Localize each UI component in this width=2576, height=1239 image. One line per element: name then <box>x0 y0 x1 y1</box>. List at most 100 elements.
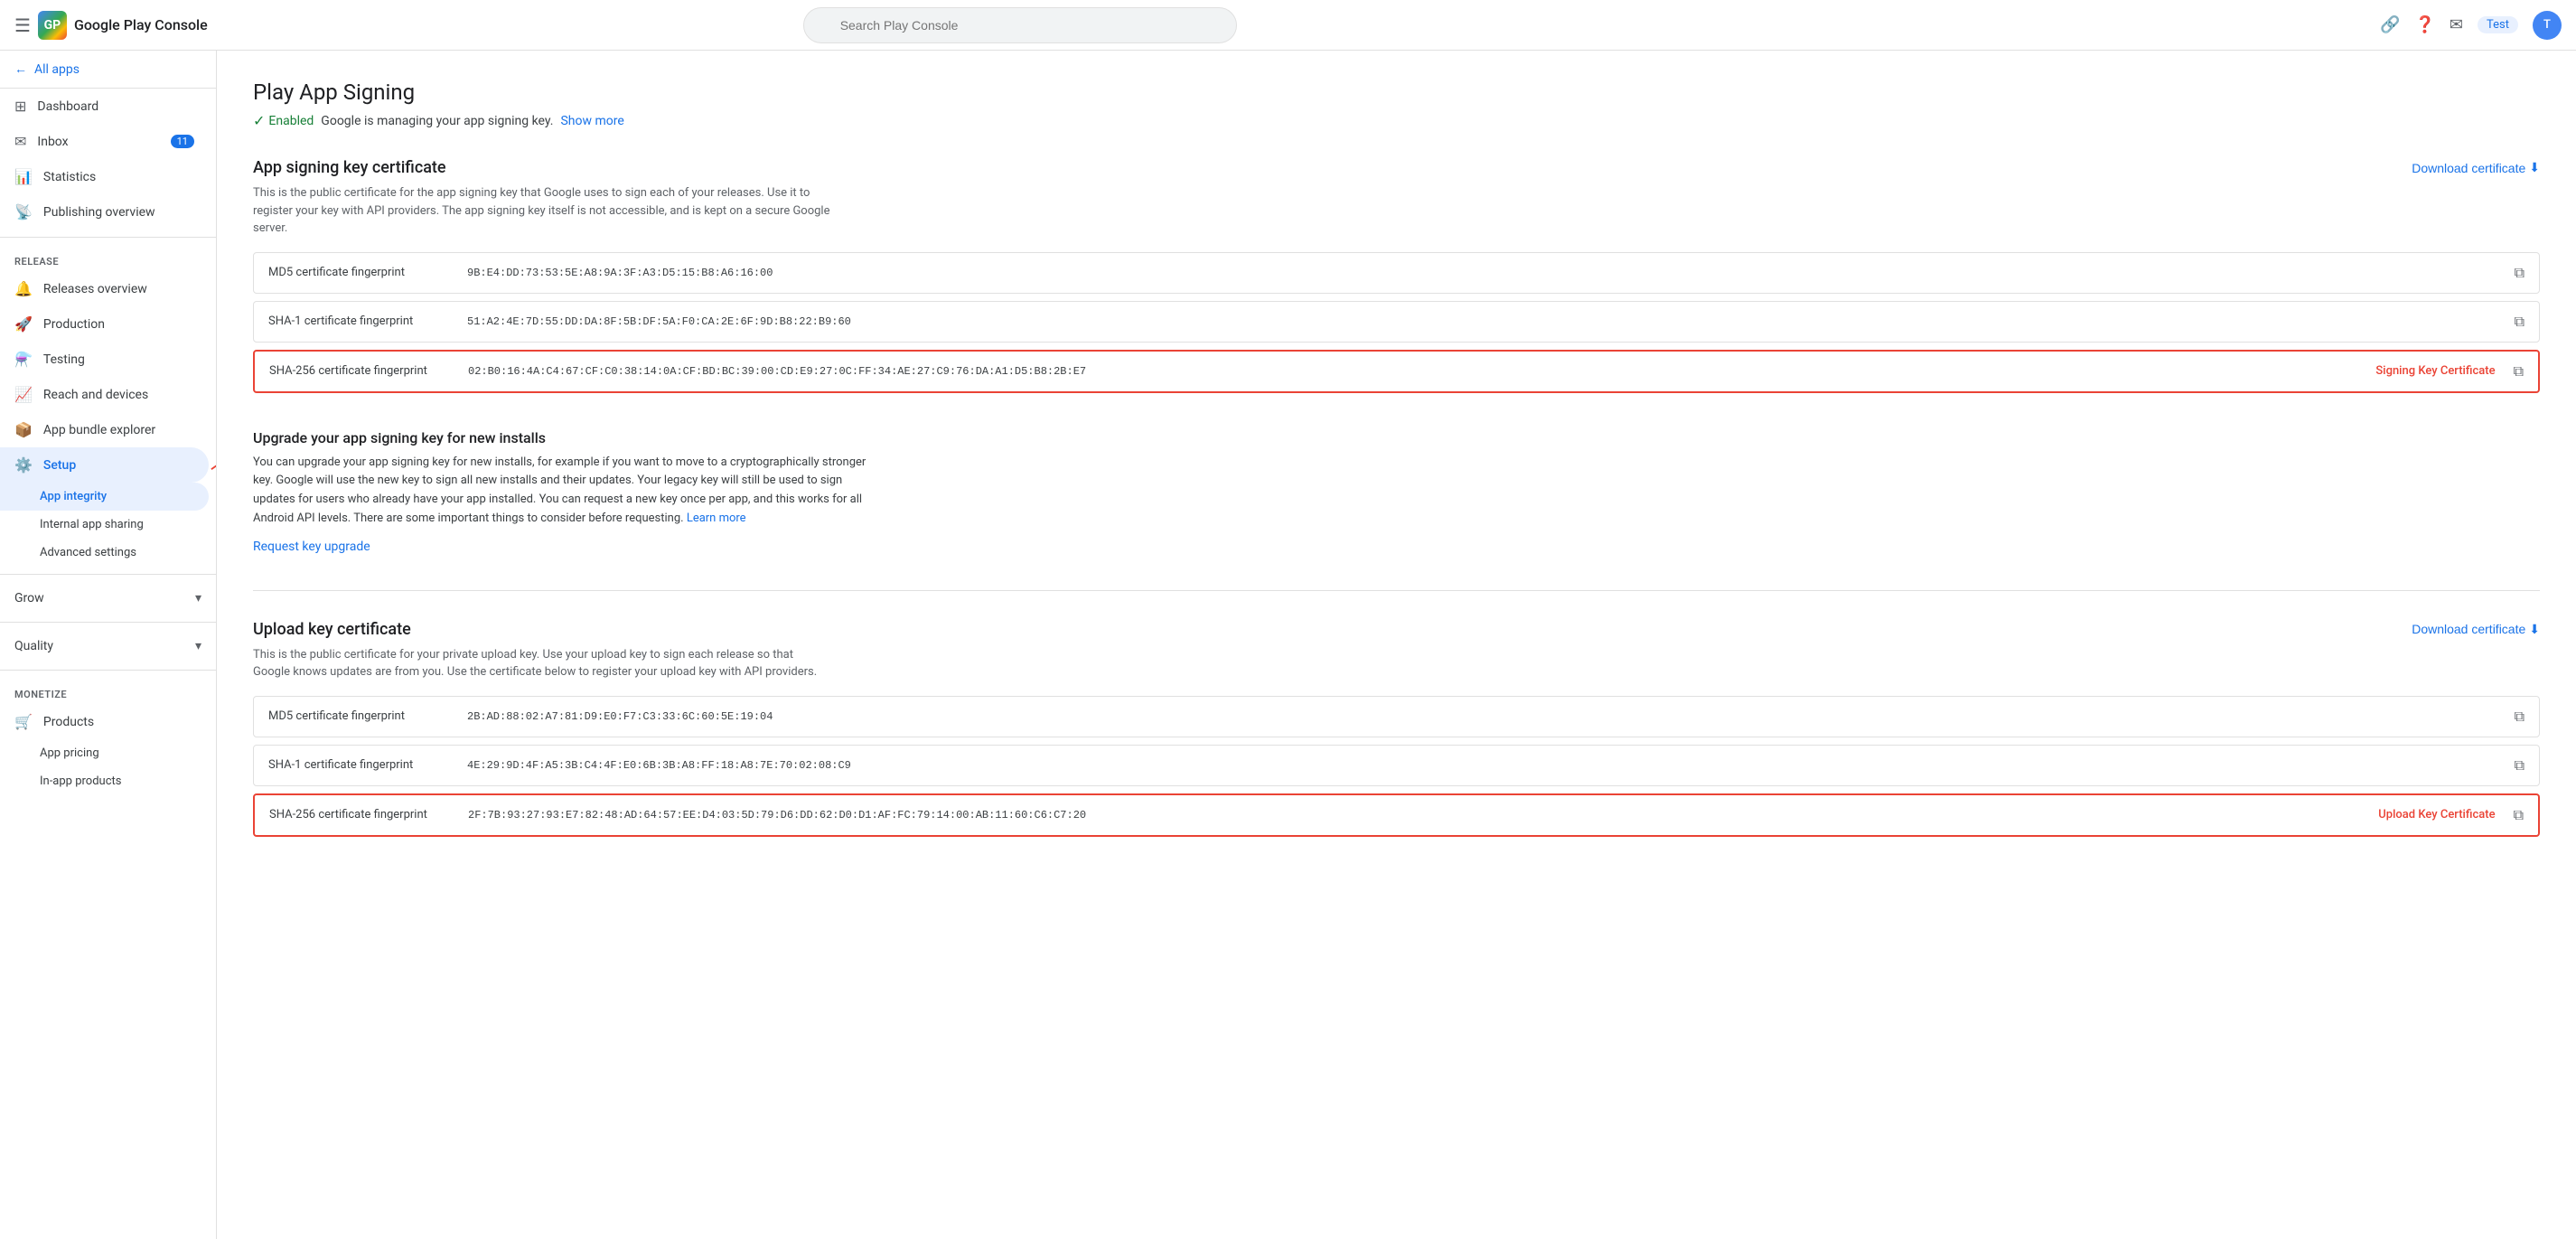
app-signing-section: App signing key certificate Download cer… <box>253 158 2540 393</box>
link-icon[interactable]: 🔗 <box>2380 15 2400 34</box>
avatar[interactable]: T <box>2533 11 2562 40</box>
brand-logo-image: GP <box>38 11 67 40</box>
page-title: Play App Signing <box>253 80 2540 105</box>
upload-sha1-copy-icon[interactable]: ⧉ <box>2515 756 2524 774</box>
signing-md5-copy-icon[interactable]: ⧉ <box>2515 264 2524 282</box>
production-icon: 🚀 <box>14 315 33 333</box>
sidebar-item-products[interactable]: 🛒 Products <box>0 704 209 739</box>
upgrade-description: You can upgrade your app signing key for… <box>253 454 867 529</box>
signing-sha1-value: 51:A2:4E:7D:55:DD:DA:8F:5B:DF:5A:F0:CA:2… <box>467 315 2507 328</box>
show-more-link[interactable]: Show more <box>560 114 623 128</box>
sidebar-item-production[interactable]: 🚀 Production <box>0 306 209 342</box>
statistics-icon: 📊 <box>14 168 33 185</box>
signing-cert-title: App signing key certificate <box>253 158 446 177</box>
grow-chevron-icon: ▾ <box>195 591 201 605</box>
signing-section-header: App signing key certificate Download cer… <box>253 158 2540 177</box>
sidebar-label-products: Products <box>43 715 94 729</box>
sidebar-item-grow[interactable]: Grow ▾ <box>0 582 216 615</box>
upload-cert-title: Upload key certificate <box>253 620 411 639</box>
sidebar-item-quality[interactable]: Quality ▾ <box>0 630 216 662</box>
learn-more-link[interactable]: Learn more <box>687 512 746 525</box>
sidebar-label-releases: Releases overview <box>43 282 147 296</box>
grow-label: Grow <box>14 591 44 605</box>
signing-sha1-label: SHA-1 certificate fingerprint <box>268 314 467 328</box>
divider-3 <box>0 622 216 623</box>
sidebar-item-dashboard[interactable]: ⊞ Dashboard <box>0 89 209 124</box>
sidebar-label-publishing: Publishing overview <box>43 205 155 220</box>
upgrade-section: Upgrade your app signing key for new ins… <box>253 429 2540 554</box>
red-arrow-icon: ↗ <box>207 453 217 478</box>
sidebar-item-bundle[interactable]: 📦 App bundle explorer <box>0 412 209 447</box>
upload-sha256-value: 2F:7B:93:27:93:E7:82:48:AD:64:57:EE:D4:0… <box>468 809 2378 821</box>
sidebar-label-reach: Reach and devices <box>43 388 148 402</box>
sidebar-label-production: Production <box>43 317 105 332</box>
sidebar-item-reach[interactable]: 📈 Reach and devices <box>0 377 216 412</box>
dashboard-icon: ⊞ <box>14 98 26 115</box>
sidebar-label-dashboard: Dashboard <box>37 99 98 114</box>
upload-sha1-value: 4E:29:9D:4F:A5:3B:C4:4F:E0:6B:3B:A8:FF:1… <box>467 759 2507 772</box>
notification-icon[interactable]: ✉ <box>2450 15 2463 34</box>
sidebar-item-releases-overview[interactable]: 🔔 Releases overview <box>0 271 209 306</box>
upload-sha256-row: SHA-256 certificate fingerprint 2F:7B:93… <box>253 793 2540 837</box>
upload-cert-description: This is the public certificate for your … <box>253 646 831 681</box>
signing-key-cert-tag: Signing Key Certificate <box>2375 364 2495 378</box>
back-arrow-icon: ← <box>14 61 27 77</box>
sidebar-sub-app-pricing[interactable]: App pricing <box>0 739 209 767</box>
upload-md5-row: MD5 certificate fingerprint 2B:AD:88:02:… <box>253 696 2540 737</box>
sidebar-sub-inapp-products[interactable]: In-app products <box>0 767 209 795</box>
testing-icon: ⚗️ <box>14 351 33 368</box>
sidebar-item-statistics[interactable]: 📊 Statistics <box>0 159 209 194</box>
sidebar-label-testing: Testing <box>43 352 85 367</box>
sidebar-item-testing[interactable]: ⚗️ Testing <box>0 342 216 377</box>
products-icon: 🛒 <box>14 713 33 730</box>
upload-md5-copy-icon[interactable]: ⧉ <box>2515 708 2524 726</box>
download-upload-cert-button[interactable]: Download certificate ⬇ <box>2412 622 2540 637</box>
content-area: Play App Signing ✓ Enabled Google is man… <box>217 51 2576 1239</box>
sidebar-label-statistics: Statistics <box>43 170 96 184</box>
upload-cert-section: Upload key certificate Download certific… <box>253 620 2540 837</box>
upload-sha256-copy-icon[interactable]: ⧉ <box>2514 806 2524 824</box>
divider-2 <box>0 574 216 575</box>
sidebar: ← All apps ⊞ Dashboard ✉ Inbox 11 📊 Stat… <box>0 51 217 1239</box>
request-key-upgrade-button[interactable]: Request key upgrade <box>253 540 370 554</box>
hamburger-icon[interactable]: ☰ <box>14 14 31 36</box>
topbar-left: ☰ GP Google Play Console <box>14 11 231 40</box>
sidebar-item-setup[interactable]: ⚙️ Setup ↗ <box>0 447 209 483</box>
test-badge[interactable]: Test <box>2478 16 2518 33</box>
sidebar-item-inbox[interactable]: ✉ Inbox 11 <box>0 124 209 159</box>
signing-sha256-copy-icon[interactable]: ⧉ <box>2514 362 2524 380</box>
inbox-icon: ✉ <box>14 133 26 150</box>
signing-sha256-value: 02:B0:16:4A:C4:67:CF:C0:38:14:0A:CF:BD:B… <box>468 365 2375 378</box>
section-divider <box>253 590 2540 591</box>
releases-icon: 🔔 <box>14 280 33 297</box>
upload-section-header: Upload key certificate Download certific… <box>253 620 2540 639</box>
topbar-right: 🔗 ❓ ✉ Test T <box>2380 11 2562 40</box>
sidebar-label-inbox: Inbox <box>37 135 68 149</box>
download-upload-cert-label: Download certificate <box>2412 622 2525 636</box>
sidebar-sub-internal-sharing[interactable]: Internal app sharing <box>0 511 209 539</box>
sidebar-item-publishing[interactable]: 📡 Publishing overview <box>0 194 209 230</box>
brand-logo: GP Google Play Console <box>38 11 208 40</box>
download-cert-label: Download certificate <box>2412 161 2525 175</box>
search-input[interactable] <box>803 7 1237 43</box>
all-apps-link[interactable]: ← All apps <box>0 51 216 89</box>
help-icon[interactable]: ❓ <box>2414 15 2434 34</box>
upload-sha256-label: SHA-256 certificate fingerprint <box>269 808 468 821</box>
upload-md5-label: MD5 certificate fingerprint <box>268 709 467 723</box>
upload-sha1-label: SHA-1 certificate fingerprint <box>268 758 467 772</box>
sidebar-sub-advanced-settings[interactable]: Advanced settings <box>0 539 209 567</box>
signing-cert-description: This is the public certificate for the a… <box>253 184 831 238</box>
upload-sha1-row: SHA-1 certificate fingerprint 4E:29:9D:4… <box>253 745 2540 786</box>
publishing-icon: 📡 <box>14 203 33 221</box>
search-container: 🔍 <box>803 7 1237 43</box>
signing-md5-label: MD5 certificate fingerprint <box>268 266 467 279</box>
sidebar-label-bundle: App bundle explorer <box>43 423 155 437</box>
managing-text: Google is managing your app signing key. <box>321 114 553 128</box>
signing-sha1-copy-icon[interactable]: ⧉ <box>2515 313 2524 331</box>
reach-icon: 📈 <box>14 386 33 403</box>
sidebar-sub-app-integrity[interactable]: App integrity <box>0 483 209 511</box>
download-signing-cert-button[interactable]: Download certificate ⬇ <box>2412 160 2540 175</box>
bundle-icon: 📦 <box>14 421 33 438</box>
quality-label: Quality <box>14 639 53 653</box>
main-layout: ← All apps ⊞ Dashboard ✉ Inbox 11 📊 Stat… <box>0 51 2576 1239</box>
